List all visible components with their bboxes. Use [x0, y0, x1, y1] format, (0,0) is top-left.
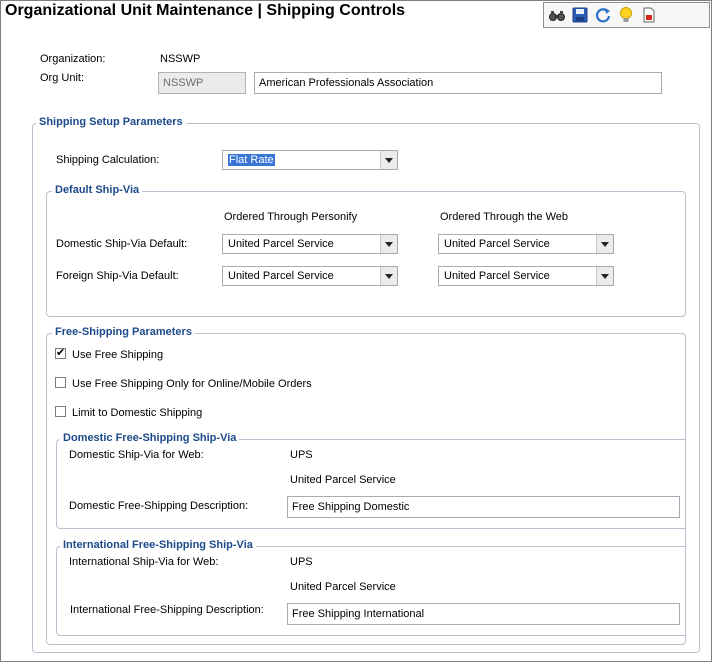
online-only-checkbox[interactable] [55, 377, 66, 388]
column-header-web: Ordered Through the Web [440, 211, 569, 223]
org-unit-label: Org Unit: [40, 72, 85, 84]
foreign-web-select[interactable]: United Parcel Service [438, 266, 614, 286]
international-description-label: International Free-Shipping Description: [70, 604, 264, 616]
shipping-calculation-label: Shipping Calculation: [56, 154, 160, 166]
chevron-down-icon[interactable] [380, 267, 397, 285]
foreign-personify-select[interactable]: United Parcel Service [222, 266, 398, 286]
international-ship-via-web-code: UPS [290, 556, 313, 568]
org-unit-name-field[interactable]: American Professionals Association [254, 72, 662, 94]
domestic-description-field[interactable]: Free Shipping Domestic [287, 496, 680, 518]
international-free-shipping-legend: International Free-Shipping Ship-Via [60, 539, 256, 551]
international-description-field[interactable]: Free Shipping International [287, 603, 680, 625]
foreign-web-value: United Parcel Service [444, 270, 550, 282]
international-ship-via-web-label: International Ship-Via for Web: [69, 556, 219, 568]
domestic-ship-via-web-code: UPS [290, 449, 313, 461]
free-shipping-legend: Free-Shipping Parameters [52, 326, 195, 338]
domestic-free-shipping-legend: Domestic Free-Shipping Ship-Via [60, 432, 240, 444]
lightbulb-icon[interactable] [617, 6, 635, 24]
domestic-only-checkbox[interactable] [55, 406, 66, 417]
domestic-ship-via-web-name: United Parcel Service [290, 474, 396, 486]
column-header-personify: Ordered Through Personify [224, 211, 358, 223]
organization-label: Organization: [40, 53, 106, 65]
use-free-shipping-label: Use Free Shipping [72, 349, 164, 361]
foreign-ship-via-default-label: Foreign Ship-Via Default: [56, 270, 179, 282]
chevron-down-icon[interactable] [380, 151, 397, 169]
domestic-description-label: Domestic Free-Shipping Description: [69, 500, 249, 512]
domestic-personify-value: United Parcel Service [228, 238, 334, 250]
international-ship-via-web-name: United Parcel Service [290, 581, 396, 593]
refresh-icon[interactable] [594, 6, 612, 24]
save-icon[interactable] [571, 6, 589, 24]
default-ship-via-legend: Default Ship-Via [52, 184, 143, 196]
use-free-shipping-checkbox[interactable] [55, 346, 66, 359]
chevron-down-icon[interactable] [380, 235, 397, 253]
domestic-web-value: United Parcel Service [444, 238, 550, 250]
chevron-down-icon[interactable] [596, 235, 613, 253]
foreign-personify-value: United Parcel Service [228, 270, 334, 282]
chevron-down-icon[interactable] [596, 267, 613, 285]
domestic-web-select[interactable]: United Parcel Service [438, 234, 614, 254]
organization-value: NSSWP [160, 53, 201, 65]
binoculars-icon[interactable] [548, 6, 566, 24]
domestic-personify-select[interactable]: United Parcel Service [222, 234, 398, 254]
shipping-calculation-value: Flat Rate [228, 154, 275, 166]
shipping-setup-legend: Shipping Setup Parameters [36, 116, 186, 128]
online-only-label: Use Free Shipping Only for Online/Mobile… [72, 378, 312, 390]
domestic-only-label: Limit to Domestic Shipping [72, 407, 203, 419]
toolbar [543, 2, 710, 28]
org-unit-code-field: NSSWP [158, 72, 246, 94]
report-icon[interactable] [640, 6, 658, 24]
default-ship-via-group [46, 191, 686, 317]
shipping-calculation-select[interactable]: Flat Rate [222, 150, 398, 170]
page-title: Organizational Unit Maintenance | Shippi… [5, 2, 406, 19]
domestic-ship-via-default-label: Domestic Ship-Via Default: [56, 238, 188, 250]
domestic-ship-via-web-label: Domestic Ship-Via for Web: [69, 449, 204, 461]
